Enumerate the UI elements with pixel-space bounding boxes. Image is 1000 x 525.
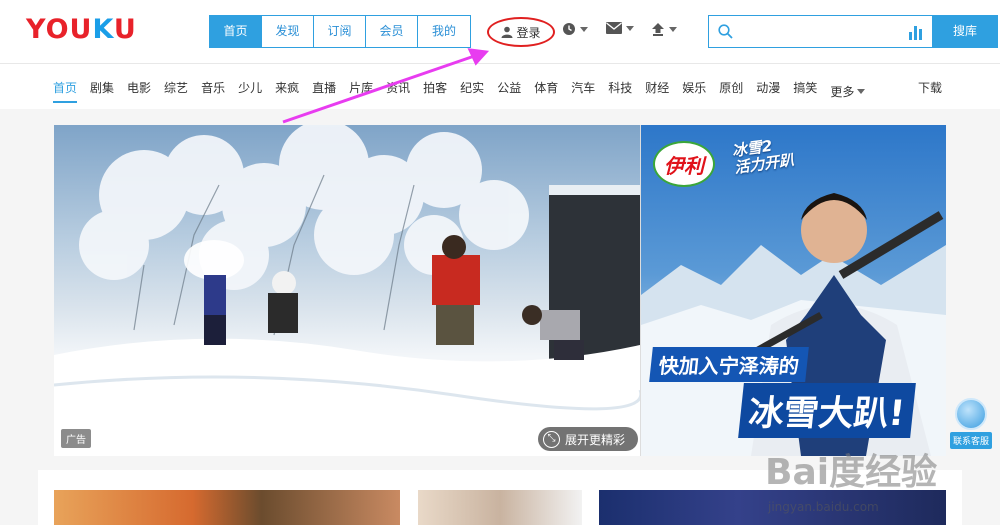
logo-text-3: U bbox=[113, 14, 137, 45]
voice-chart-icon[interactable] bbox=[909, 24, 923, 40]
history-menu[interactable] bbox=[562, 22, 588, 36]
top-header: YOUKU 首页 发现 订阅 会员 我的 登录 搜库 bbox=[0, 0, 1000, 64]
tab-discover[interactable]: 发现 bbox=[262, 16, 314, 47]
search-input[interactable] bbox=[739, 20, 909, 44]
expand-label: 展开更精彩 bbox=[565, 432, 626, 447]
logo-text-2: K bbox=[92, 14, 114, 45]
category-item[interactable]: 首页 bbox=[53, 79, 78, 103]
category-item[interactable]: 搞笑 bbox=[793, 79, 817, 103]
watermark-url: jingyan.baidu.com bbox=[768, 500, 879, 514]
chevron-down-icon bbox=[857, 88, 866, 94]
category-item[interactable]: 财经 bbox=[645, 79, 669, 103]
category-item[interactable]: 音乐 bbox=[201, 79, 225, 103]
chevron-down-icon bbox=[669, 26, 677, 32]
tab-member[interactable]: 会员 bbox=[366, 16, 418, 47]
category-item[interactable]: 拍客 bbox=[423, 79, 447, 103]
service-label: 联系客服 bbox=[950, 432, 992, 449]
category-item[interactable]: 原创 bbox=[719, 79, 743, 103]
upload-icon bbox=[652, 23, 664, 36]
download-link[interactable]: 下载 bbox=[918, 79, 942, 96]
contact-service-button[interactable]: 联系客服 bbox=[950, 398, 992, 449]
banner-video-image[interactable]: 广告 ⤡ 展开更精彩 bbox=[54, 125, 640, 456]
category-item[interactable]: 资讯 bbox=[386, 79, 410, 103]
category-item[interactable]: 体育 bbox=[534, 79, 558, 103]
message-menu[interactable] bbox=[606, 22, 634, 34]
category-item[interactable]: 少儿 bbox=[238, 79, 262, 103]
video-thumbnail[interactable] bbox=[54, 490, 400, 525]
logo-text-1: YOU bbox=[26, 14, 93, 45]
more-label: 更多 bbox=[830, 84, 855, 99]
history-icon bbox=[563, 23, 575, 35]
snow-scene bbox=[54, 125, 640, 456]
yili-ad[interactable]: 伊利 冰雪2 活力开趴 快加入宁泽涛的 冰雪大趴! bbox=[641, 125, 946, 456]
ad-tag: 广告 bbox=[61, 429, 91, 448]
category-more[interactable]: 更多 bbox=[830, 79, 866, 103]
search-box: 搜库 bbox=[708, 15, 998, 48]
expand-icon: ⤡ bbox=[543, 430, 560, 448]
search-icon bbox=[718, 24, 733, 39]
category-item[interactable]: 科技 bbox=[608, 79, 632, 103]
chevron-down-icon bbox=[626, 25, 634, 31]
category-item[interactable]: 剧集 bbox=[90, 79, 114, 103]
youku-logo[interactable]: YOUKU bbox=[26, 14, 137, 45]
login-button[interactable]: 登录 bbox=[487, 17, 555, 47]
video-thumbnail[interactable] bbox=[418, 490, 582, 525]
tab-subscribe[interactable]: 订阅 bbox=[314, 16, 366, 47]
category-item[interactable]: 娱乐 bbox=[682, 79, 706, 103]
ad-slogan-1: 快加入宁泽涛的 bbox=[649, 347, 809, 382]
service-mascot-icon bbox=[955, 398, 987, 430]
chevron-down-icon bbox=[580, 26, 588, 32]
hero-banner[interactable]: 广告 ⤡ 展开更精彩 伊利 冰雪2 活力开趴 快加入宁泽涛的 冰雪大趴! bbox=[54, 125, 946, 456]
category-item[interactable]: 电影 bbox=[127, 79, 151, 103]
category-item[interactable]: 公益 bbox=[497, 79, 521, 103]
user-icon bbox=[501, 26, 513, 38]
category-list: 首页 剧集 电影 综艺 音乐 少儿 来疯 直播 片库 资讯 拍客 纪实 公益 体育 汽车 科技 财经 娱乐 原创 动漫… bbox=[53, 79, 878, 103]
tab-home[interactable]: 首页 bbox=[210, 16, 262, 47]
category-item[interactable]: 纪实 bbox=[460, 79, 484, 103]
tab-mine[interactable]: 我的 bbox=[418, 16, 470, 47]
category-item[interactable]: 汽车 bbox=[571, 79, 595, 103]
baidu-watermark: Bai度经验 bbox=[765, 452, 938, 493]
expand-button[interactable]: ⤡ 展开更精彩 bbox=[538, 427, 638, 451]
login-label: 登录 bbox=[516, 25, 541, 40]
category-item[interactable]: 动漫 bbox=[756, 79, 780, 103]
category-item[interactable]: 直播 bbox=[312, 79, 336, 103]
ad-slogan-2: 冰雪大趴! bbox=[738, 383, 916, 438]
upload-menu[interactable] bbox=[651, 22, 677, 36]
search-button[interactable]: 搜库 bbox=[932, 15, 998, 48]
category-bar: 首页 剧集 电影 综艺 音乐 少儿 来疯 直播 片库 资讯 拍客 纪实 公益 体育 汽车 科技 财经 娱乐 原创 动漫… bbox=[0, 64, 1000, 109]
mail-icon bbox=[606, 22, 622, 34]
category-item[interactable]: 片库 bbox=[349, 79, 373, 103]
category-item[interactable]: 来疯 bbox=[275, 79, 299, 103]
yili-logo: 伊利 bbox=[653, 141, 715, 187]
main-nav-tabs: 首页 发现 订阅 会员 我的 bbox=[209, 15, 471, 48]
category-item[interactable]: 综艺 bbox=[164, 79, 188, 103]
